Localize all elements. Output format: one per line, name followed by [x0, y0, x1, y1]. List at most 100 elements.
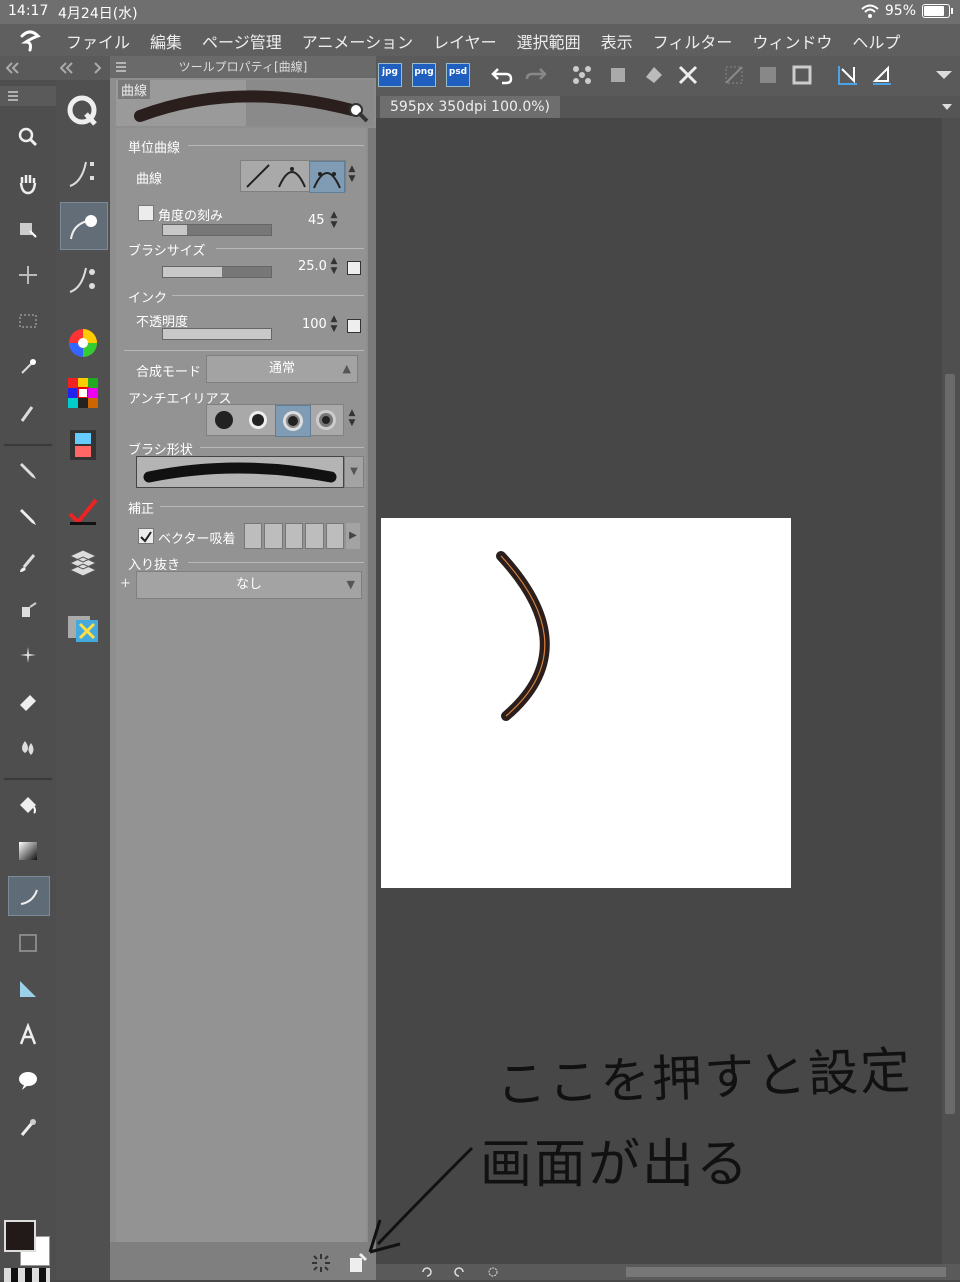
angle-step-spinner[interactable]: ▲ ▼	[328, 210, 340, 232]
palette-color-wheel[interactable]	[60, 320, 106, 366]
tool-text[interactable]	[8, 1016, 48, 1054]
foreground-color[interactable]	[4, 1220, 36, 1252]
fill-icon[interactable]	[642, 63, 666, 87]
curve-type-quadratic[interactable]	[275, 161, 309, 191]
antialias-none[interactable]	[207, 405, 241, 435]
snap-ruler-icon[interactable]	[836, 63, 860, 87]
tool-ruler[interactable]	[8, 970, 48, 1008]
angle-step-checkbox[interactable]	[138, 205, 154, 221]
angle-step-slider[interactable]	[162, 224, 272, 236]
blend-mode-dropdown[interactable]: 通常 ▲	[206, 355, 358, 383]
transform-icon[interactable]	[676, 63, 700, 87]
tool-blend[interactable]	[8, 728, 48, 766]
brush-size-spinner[interactable]: ▲ ▼	[328, 256, 340, 278]
sub-tool-group[interactable]	[60, 88, 106, 134]
menu-animation[interactable]: アニメーション	[292, 29, 423, 53]
menu-view[interactable]: 表示	[591, 29, 643, 53]
palette-layer-property[interactable]	[60, 488, 106, 534]
panel-menu-icon[interactable]	[114, 60, 128, 74]
sub-tool-curve[interactable]	[60, 202, 108, 250]
document-tab[interactable]: 595px 350dpi 100.0%)	[380, 96, 561, 118]
canvas-paper[interactable]	[381, 518, 791, 888]
palette-animation[interactable]	[60, 422, 106, 468]
brush-size-dynamics-button[interactable]	[347, 261, 361, 275]
menu-page[interactable]: ページ管理	[192, 29, 292, 53]
sub-tool-polyline[interactable]	[60, 256, 106, 302]
tab-menu-icon[interactable]	[940, 100, 954, 114]
menu-help[interactable]: ヘルプ	[842, 29, 910, 53]
tool-hand[interactable]	[8, 164, 48, 202]
vector-snap-mode-selector[interactable]	[244, 523, 345, 549]
antialias-medium[interactable]	[275, 405, 311, 437]
curve-type-cubic[interactable]	[309, 161, 345, 193]
opacity-slider[interactable]	[162, 328, 272, 340]
vector-snap-checkbox[interactable]	[138, 528, 154, 544]
redo-icon[interactable]	[524, 63, 548, 87]
app-logo-icon[interactable]	[18, 28, 42, 52]
export-png-button[interactable]: png	[412, 63, 436, 87]
entry-exit-expand-icon[interactable]: +	[120, 577, 132, 590]
menu-file[interactable]: ファイル	[56, 29, 140, 53]
collapse-double-left-icon[interactable]	[4, 60, 20, 76]
tool-selection[interactable]	[8, 302, 48, 340]
sub-tool-straight-line[interactable]	[60, 150, 106, 196]
invert-selection-icon[interactable]	[756, 63, 780, 87]
tool-eraser[interactable]	[8, 682, 48, 720]
horizontal-scroll-thumb[interactable]	[626, 1267, 946, 1277]
menu-selection[interactable]: 選択範囲	[507, 29, 591, 53]
brush-size-slider[interactable]	[162, 266, 272, 278]
tool-pencil[interactable]	[8, 498, 48, 536]
tool-preview[interactable]: 曲線	[116, 80, 374, 126]
menu-edit[interactable]: 編集	[140, 29, 192, 53]
antialias-strong[interactable]	[309, 405, 343, 435]
toolbar-menu-icon[interactable]	[932, 63, 956, 87]
snap-special-ruler-icon[interactable]	[870, 63, 894, 87]
tool-figure[interactable]	[8, 876, 50, 916]
palette-layer[interactable]	[60, 540, 106, 586]
tool-eyedropper[interactable]	[8, 394, 48, 432]
tool-brush[interactable]	[8, 544, 48, 582]
export-psd-button[interactable]: psd	[446, 63, 470, 87]
tool-move-layer[interactable]	[8, 256, 48, 294]
vertical-scroll-thumb[interactable]	[945, 374, 955, 1114]
tool-balloon[interactable]	[8, 1062, 48, 1100]
tool-correct-line[interactable]	[8, 1108, 48, 1146]
tool-zoom[interactable]	[8, 118, 48, 156]
deselect-icon[interactable]	[722, 63, 746, 87]
menu-filter[interactable]: フィルター	[643, 29, 743, 53]
brush-shape-dropdown[interactable]: ▼	[344, 456, 364, 488]
expand-right-icon[interactable]	[90, 60, 106, 76]
vector-snap-more-icon[interactable]: ▶	[346, 523, 360, 549]
menu-layer[interactable]: レイヤー	[423, 29, 507, 53]
palette-color-set[interactable]	[60, 370, 106, 416]
reset-settings-icon[interactable]	[310, 1252, 332, 1274]
tool-fill[interactable]	[8, 786, 48, 824]
curve-type-spinner[interactable]: ▲ ▼	[346, 164, 358, 186]
vertical-scrollbar[interactable]	[942, 118, 960, 1264]
tool-frame[interactable]	[8, 924, 48, 962]
tool-palette-menu[interactable]	[0, 86, 56, 106]
clear-outside-icon[interactable]	[606, 63, 630, 87]
tool-airbrush[interactable]	[8, 590, 48, 628]
clear-icon[interactable]	[570, 63, 594, 87]
palette-material[interactable]	[60, 604, 106, 650]
export-jpg-button[interactable]: jpg	[378, 63, 402, 87]
brush-shape-preview[interactable]	[136, 456, 344, 488]
curve-type-straight[interactable]	[241, 161, 275, 191]
tool-pen[interactable]	[8, 452, 48, 490]
wrench-settings-icon[interactable]	[348, 102, 370, 124]
selection-border-icon[interactable]	[790, 63, 814, 87]
collapse-left-icon[interactable]	[58, 60, 74, 76]
tool-auto-select[interactable]	[8, 348, 48, 386]
panel-scrollbar[interactable]	[368, 128, 376, 1278]
antialias-weak[interactable]	[241, 405, 275, 435]
entry-exit-dropdown[interactable]: なし ▼	[136, 571, 362, 599]
tool-operation[interactable]	[8, 210, 48, 248]
opacity-dynamics-button[interactable]	[347, 319, 361, 333]
tool-decoration[interactable]	[8, 636, 48, 674]
palette-menu-icon[interactable]	[6, 89, 20, 103]
tool-gradient[interactable]	[8, 832, 48, 870]
antialias-spinner[interactable]: ▲ ▼	[346, 408, 358, 430]
opacity-spinner[interactable]: ▲ ▼	[328, 314, 340, 336]
menu-window[interactable]: ウィンドウ	[742, 29, 842, 53]
